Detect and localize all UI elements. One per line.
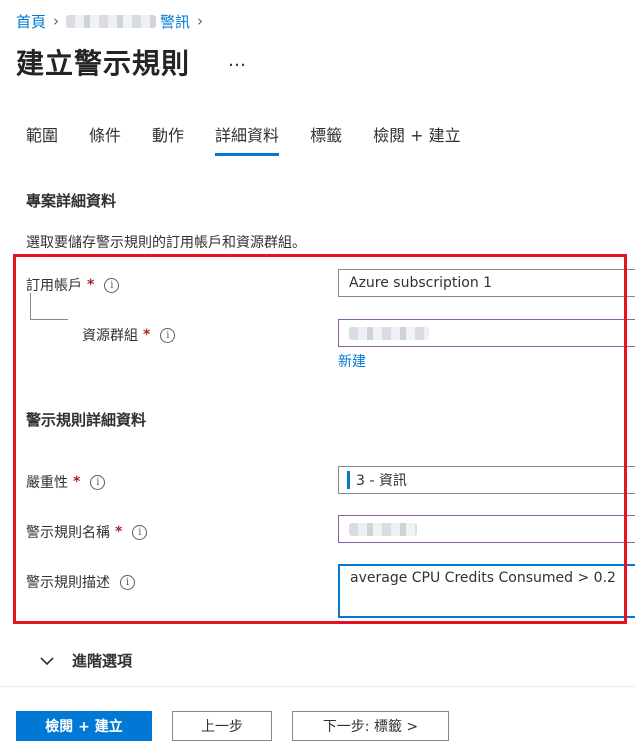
tab-details[interactable]: 詳細資料 — [215, 122, 280, 156]
next-tags-button[interactable]: 下一步: 標籤 > — [292, 711, 449, 741]
review-create-button[interactable]: 檢閱 + 建立 — [16, 711, 152, 741]
breadcrumb-home-link[interactable]: 首頁 — [16, 11, 46, 32]
tab-scope[interactable]: 範圍 — [26, 122, 58, 156]
more-options-icon[interactable]: … — [228, 50, 246, 71]
project-details-description: 選取要儲存警示規則的訂用帳戶和資源群組。 — [26, 235, 306, 251]
breadcrumb-redacted-resource[interactable] — [66, 14, 157, 28]
tab-tags[interactable]: 標籤 — [310, 122, 342, 156]
chevron-right-icon: › — [197, 12, 204, 30]
page-title: 建立警示規則 — [16, 47, 191, 80]
tab-review-create[interactable]: 檢閱 + 建立 — [373, 122, 461, 156]
tab-actions[interactable]: 動作 — [152, 122, 184, 156]
chevron-down-icon[interactable] — [40, 654, 54, 670]
breadcrumb: 首頁 › 警訊 › — [16, 10, 210, 32]
chevron-right-icon: › — [53, 12, 60, 30]
tab-condition[interactable]: 條件 — [89, 122, 121, 156]
highlight-box — [13, 254, 627, 624]
previous-button[interactable]: 上一步 — [172, 711, 272, 741]
wizard-tabs: 範圍 條件 動作 詳細資料 標籤 檢閱 + 建立 — [26, 122, 492, 156]
breadcrumb-alerts-link[interactable]: 警訊 — [160, 11, 190, 32]
project-details-heading: 專案詳細資料 — [26, 192, 117, 210]
advanced-options-toggle[interactable]: 進階選項 — [72, 650, 132, 671]
footer-divider — [0, 686, 635, 687]
